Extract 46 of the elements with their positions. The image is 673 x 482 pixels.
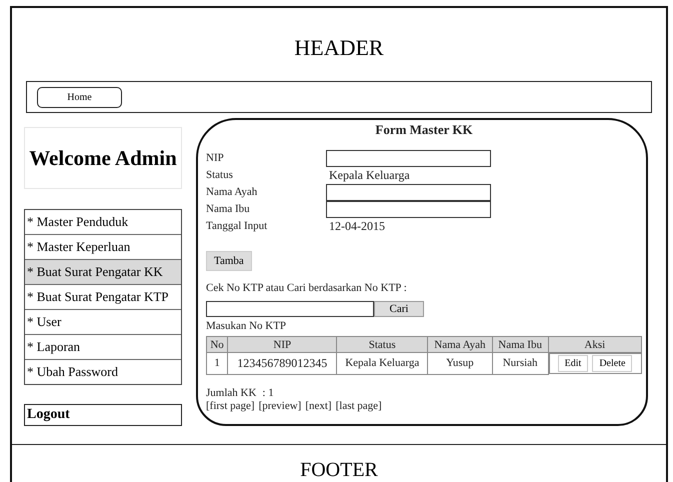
action-button[interactable]: Edit <box>558 355 588 372</box>
input-field[interactable] <box>326 201 491 218</box>
field-value: 12-04-2015 <box>328 219 386 234</box>
welcome-title: Welcome Admin <box>29 146 177 170</box>
pagination-link[interactable]: [next] <box>305 400 332 412</box>
pagination-link[interactable]: [first page] <box>206 400 255 412</box>
column-header: NIP <box>228 336 337 352</box>
form-title: Form Master KK <box>374 122 474 138</box>
field-label: Nama Ibu <box>206 202 251 217</box>
table-cell: 123456789012345 <box>228 352 337 374</box>
column-header: Nama Ayah <box>428 336 492 352</box>
footer-title: FOOTER <box>300 459 378 482</box>
column-header: Status <box>336 336 428 352</box>
field-label: NIP <box>206 151 225 166</box>
column-header: Nama Ibu <box>492 336 548 352</box>
total-label: Jumlah KK <box>206 386 256 398</box>
field-label: Status <box>206 168 234 183</box>
menu-item[interactable]: * User <box>25 309 181 334</box>
pagination-link[interactable]: [last page] <box>336 400 382 412</box>
menu-item[interactable]: * Laporan <box>25 334 181 359</box>
field-label: Nama Ayah <box>206 185 258 200</box>
column-header: Aksi <box>548 336 642 352</box>
table-cell: Kepala Keluarga <box>336 352 428 374</box>
total-value: : 1 <box>262 386 274 398</box>
table-cell: 1 <box>206 352 228 374</box>
menu-item[interactable]: * Master Penduduk <box>25 210 181 234</box>
column-header: No <box>206 336 228 352</box>
input-field[interactable] <box>326 184 491 201</box>
input-field[interactable] <box>326 150 491 167</box>
field-label: Tanggal Input <box>206 219 268 234</box>
field-value: Kepala Keluarga <box>328 168 411 183</box>
search-hint: Masukan No KTP <box>206 320 288 332</box>
menu-item[interactable]: * Buat Surat Pengatar KK <box>25 259 181 284</box>
search-label: Cek No KTP atau Cari berdasarkan No KTP : <box>206 282 408 294</box>
menu-item[interactable]: * Buat Surat Pengatar KTP <box>25 284 181 309</box>
header-title: HEADER <box>294 34 384 61</box>
menu-item[interactable]: * Ubah Password <box>25 359 181 384</box>
home-button[interactable]: Home <box>37 86 122 108</box>
table-cell: Nursiah <box>492 352 548 374</box>
table-cell: Yusup <box>428 352 492 374</box>
add-button[interactable]: Tamba <box>206 251 252 271</box>
search-button[interactable]: Cari <box>374 301 424 317</box>
search-field[interactable] <box>206 301 374 317</box>
pagination-link[interactable]: [preview] <box>258 400 302 412</box>
action-button[interactable]: Delete <box>592 355 632 372</box>
logout-link[interactable]: Logout <box>24 404 182 426</box>
